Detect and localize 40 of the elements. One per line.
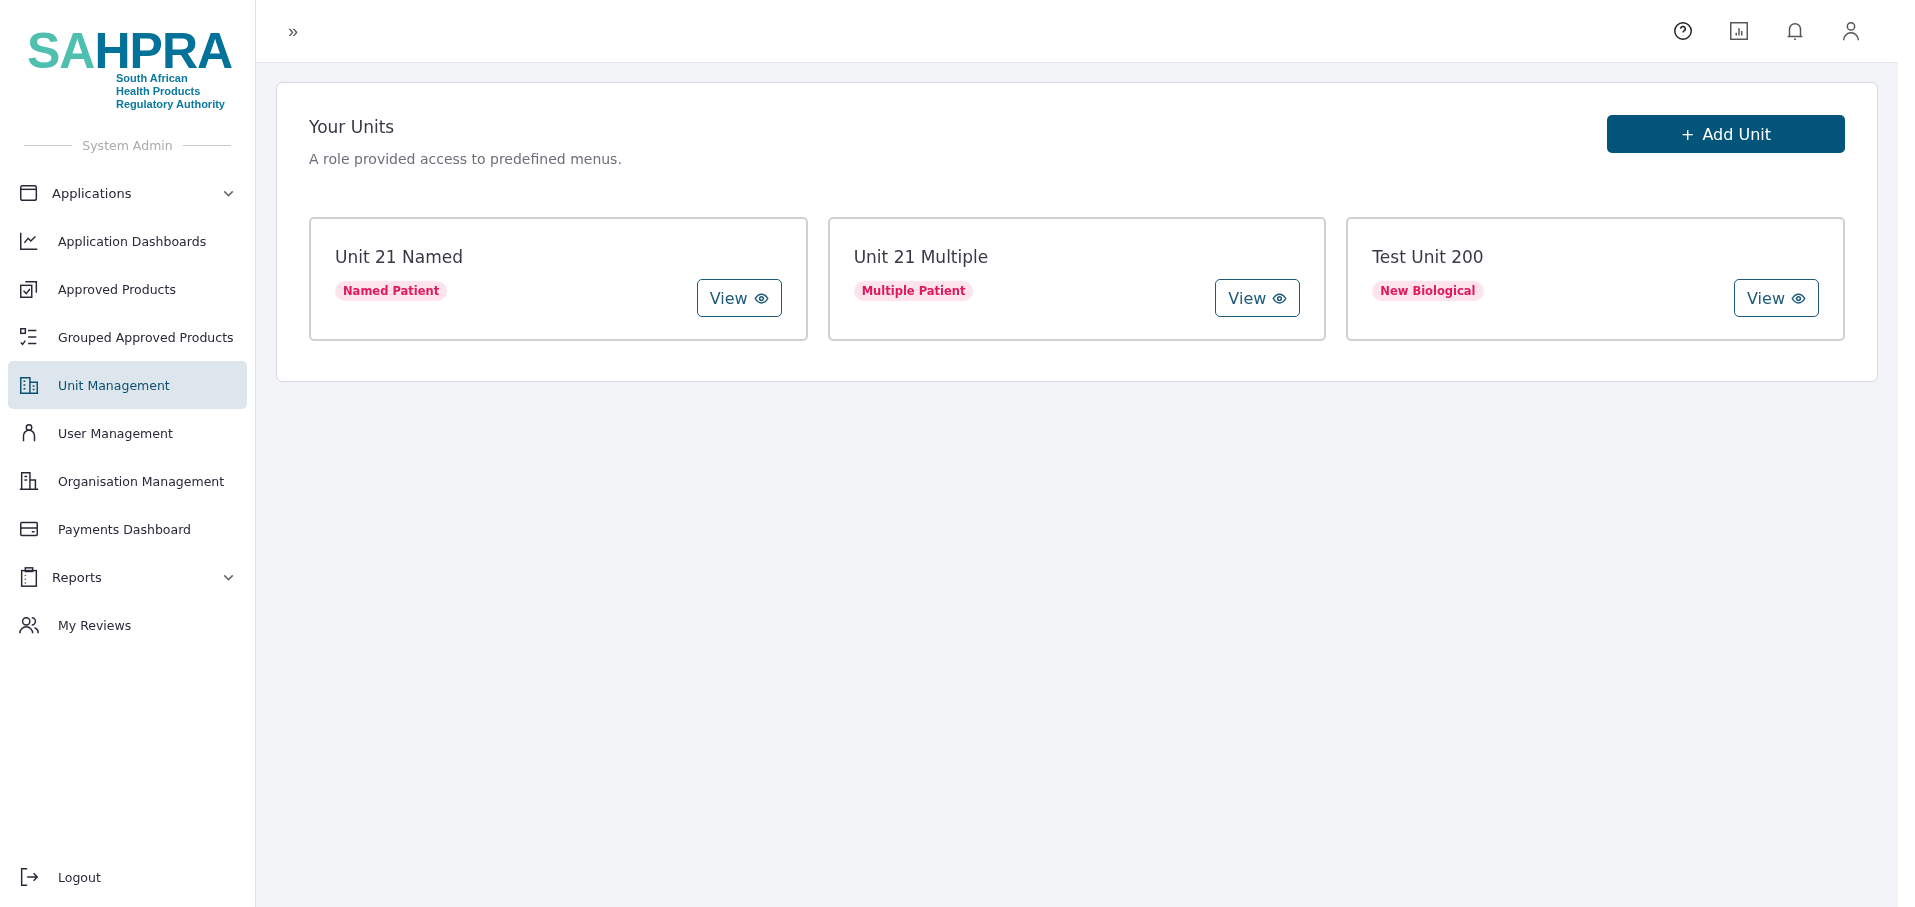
building-icon <box>18 374 40 396</box>
line-chart-icon <box>18 230 40 252</box>
eye-icon <box>1791 290 1806 306</box>
unit-tag: Multiple Patient <box>853 281 974 301</box>
page-subtitle: A role provided access to predefined menus. <box>309 151 622 167</box>
unit-name: Unit 21 Multiple <box>853 247 989 267</box>
view-button[interactable]: View <box>1734 279 1819 317</box>
unit-name: Test Unit 200 <box>1372 247 1484 267</box>
sidebar-item[interactable]: Approved Products <box>8 265 247 313</box>
unit-tag: New Biological <box>1372 281 1484 301</box>
page-title: Your Units <box>309 117 396 137</box>
logo-tagline: South African Health Products Regulatory Authority <box>116 72 225 111</box>
logout-button[interactable]: Logout <box>8 853 247 901</box>
checked-copies-icon <box>18 278 40 300</box>
eye-icon <box>1272 290 1288 306</box>
sidebar-item[interactable]: Payments Dashboard <box>8 505 247 553</box>
unit-name: Unit 21 Named <box>335 247 463 267</box>
window-icon <box>18 182 40 204</box>
expand-sidebar-button[interactable]: » <box>282 20 304 42</box>
role-label: System Admin <box>82 138 173 153</box>
sidebar-item[interactable]: Applications <box>8 169 247 217</box>
sidebar-item[interactable]: Application Dashboards <box>8 217 247 265</box>
sidebar-item[interactable]: Grouped Approved Products <box>8 313 247 361</box>
add-unit-button[interactable]: + Add Unit <box>1607 115 1845 153</box>
clipboard-icon <box>18 566 40 588</box>
sidebar-item[interactable]: My Reviews <box>8 601 247 649</box>
eye-icon <box>753 290 769 306</box>
sidebar-item[interactable]: User Management <box>8 409 247 457</box>
unit-tag: Named Patient <box>335 281 448 301</box>
sidebar-item[interactable]: Reports <box>8 553 247 601</box>
people-icon <box>18 614 40 636</box>
help-icon[interactable] <box>1672 20 1694 42</box>
user-icon[interactable] <box>1840 20 1862 42</box>
view-button[interactable]: View <box>696 279 782 317</box>
view-button[interactable]: View <box>1215 279 1301 317</box>
logout-icon <box>18 866 40 888</box>
sidebar-item[interactable]: Organisation Management <box>8 457 247 505</box>
office-building-icon <box>18 470 40 492</box>
bar-chart-icon[interactable] <box>1728 20 1750 42</box>
sidebar-item[interactable]: Unit Management <box>8 361 247 409</box>
